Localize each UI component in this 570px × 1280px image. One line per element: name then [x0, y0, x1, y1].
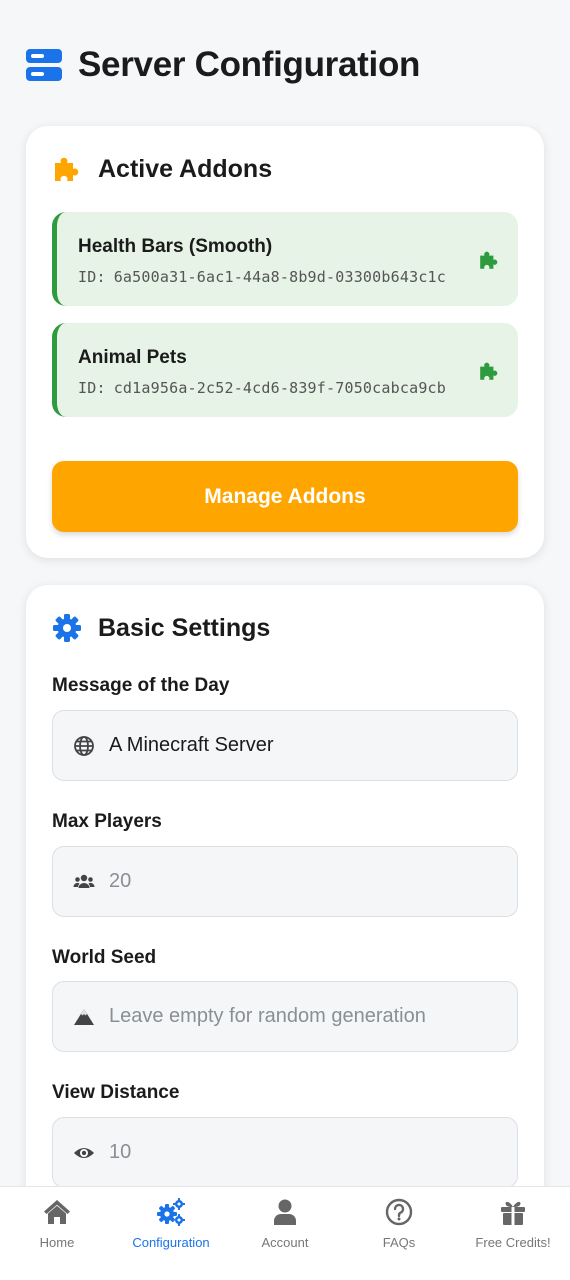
question-icon	[385, 1198, 413, 1226]
mountain-icon	[74, 1008, 94, 1025]
addon-id-value: cd1a956a-2c52-4cd6-839f-7050cabca9cb	[113, 379, 447, 397]
home-icon	[44, 1200, 70, 1224]
addon-id-value: 6a500a31-6ac1-44a8-8b9d-03300b643c1c	[113, 268, 447, 286]
gear-icon	[53, 614, 81, 642]
nav-label: Configuration	[132, 1235, 210, 1250]
nav-label: Account	[261, 1235, 309, 1250]
nav-label: Home	[39, 1235, 75, 1250]
motd-label: Message of the Day	[52, 675, 230, 696]
addon-id-label: ID:	[78, 268, 106, 286]
world-seed-field[interactable]	[52, 981, 518, 1052]
addon-item-animal-pets[interactable]: Animal Pets ID: cd1a956a-2c52-4cd6-839f-7…	[52, 323, 518, 417]
puzzle-icon	[480, 251, 498, 269]
world-seed-input[interactable]	[109, 1005, 489, 1028]
max-players-label: Max Players	[52, 811, 162, 832]
addon-id: ID: cd1a956a-2c52-4cd6-839f-7050cabca9cb	[78, 379, 446, 397]
nav-label: FAQs	[382, 1235, 416, 1250]
nav-item-account[interactable]: Account	[228, 1187, 342, 1280]
globe-icon	[74, 735, 94, 756]
puzzle-icon	[480, 362, 498, 380]
basic-settings-header: Basic Settings	[52, 613, 270, 643]
view-distance-input[interactable]	[109, 1141, 489, 1164]
max-players-field[interactable]	[52, 846, 518, 917]
max-players-input[interactable]	[109, 870, 489, 893]
server-icon	[26, 49, 62, 81]
manage-addons-button[interactable]: Manage Addons	[52, 461, 518, 532]
nav-item-configuration[interactable]: Configuration	[114, 1187, 228, 1280]
users-icon	[73, 874, 95, 888]
addon-name: Animal Pets	[78, 347, 187, 368]
addon-item-health-bars[interactable]: Health Bars (Smooth) ID: 6a500a31-6ac1-44…	[52, 212, 518, 306]
view-distance-label: View Distance	[52, 1082, 180, 1103]
view-distance-field[interactable]	[52, 1117, 518, 1188]
user-icon	[274, 1199, 296, 1225]
motd-input[interactable]	[109, 734, 489, 757]
active-addons-card: Active Addons Health Bars (Smooth) ID: 6a…	[26, 126, 544, 558]
active-addons-title: Active Addons	[98, 154, 273, 183]
basic-settings-card: Basic Settings Message of the Day Max Pl…	[26, 585, 544, 1225]
addon-id: ID: 6a500a31-6ac1-44a8-8b9d-03300b643c1c	[78, 268, 446, 286]
page-title: Server Configuration	[78, 45, 421, 84]
nav-item-home[interactable]: Home	[0, 1187, 114, 1280]
active-addons-header: Active Addons	[52, 154, 272, 184]
nav-label: Free Credits!	[475, 1235, 551, 1250]
gift-icon	[501, 1201, 525, 1225]
page-header: Server Configuration	[26, 44, 420, 86]
nav-item-faqs[interactable]: FAQs	[342, 1187, 456, 1280]
bottom-nav: Home Configuration Account FAQs Free Cre…	[0, 1186, 570, 1280]
eye-icon	[74, 1147, 94, 1158]
puzzle-icon	[55, 157, 79, 181]
addon-id-label: ID:	[78, 379, 106, 397]
gears-icon	[157, 1198, 185, 1226]
nav-item-free-credits[interactable]: Free Credits!	[456, 1187, 570, 1280]
addon-name: Health Bars (Smooth)	[78, 236, 273, 257]
world-seed-label: World Seed	[52, 947, 157, 968]
motd-field[interactable]	[52, 710, 518, 781]
basic-settings-title: Basic Settings	[98, 613, 271, 642]
